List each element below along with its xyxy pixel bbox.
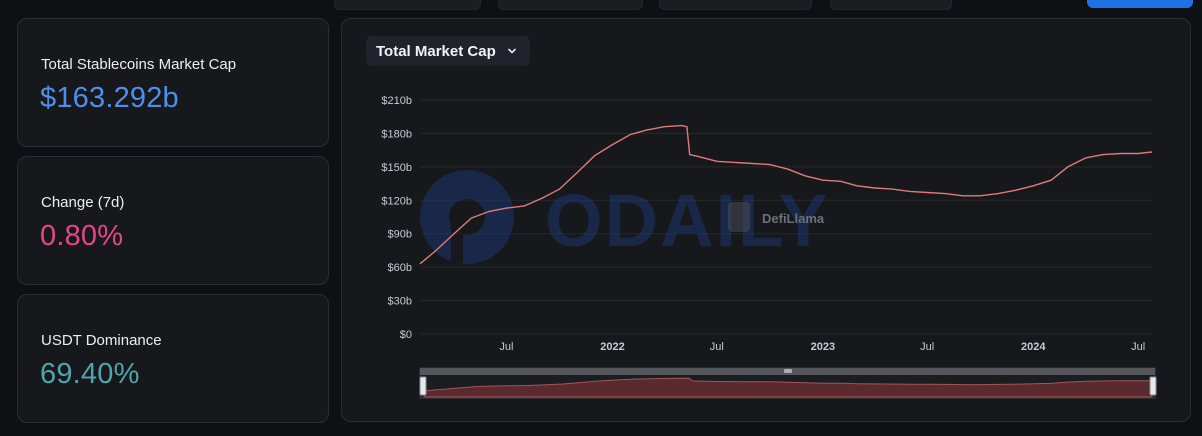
watermark: ODAILY DefiLlama [420,170,828,264]
brush-left-handle[interactable] [419,376,427,396]
y-tick-label: $150b [381,162,412,174]
x-tick-label: Jul [1131,341,1145,353]
market-cap-chart: ODAILY DefiLlama $0 $30b $60b $90b $120b $150… [381,95,1157,399]
brush-right-handle[interactable] [1149,376,1157,396]
y-tick-label: $210b [381,95,412,107]
y-tick-label: $0 [400,329,412,341]
range-brush[interactable] [419,367,1157,399]
odaily-watermark-logo [420,170,514,264]
x-tick-label: Jul [499,341,513,353]
x-axis: Jul 2022 Jul 2023 Jul 2024 Jul [499,341,1145,353]
y-tick-label: $60b [388,262,412,274]
y-tick-label: $120b [381,195,412,207]
y-tick-label: $30b [388,296,412,308]
x-tick-label: 2022 [600,341,624,353]
defillama-watermark-text: DefiLlama [762,211,825,226]
y-axis: $0 $30b $60b $90b $120b $150b $180b $210b [381,95,412,341]
brush-center-grip-icon[interactable] [784,369,792,373]
x-tick-label: Jul [920,341,934,353]
defillama-logo [728,202,750,232]
y-tick-label: $180b [381,128,412,140]
x-tick-label: Jul [710,341,724,353]
y-tick-label: $90b [388,229,412,241]
x-tick-label: 2024 [1021,341,1046,353]
x-tick-label: 2023 [811,341,835,353]
